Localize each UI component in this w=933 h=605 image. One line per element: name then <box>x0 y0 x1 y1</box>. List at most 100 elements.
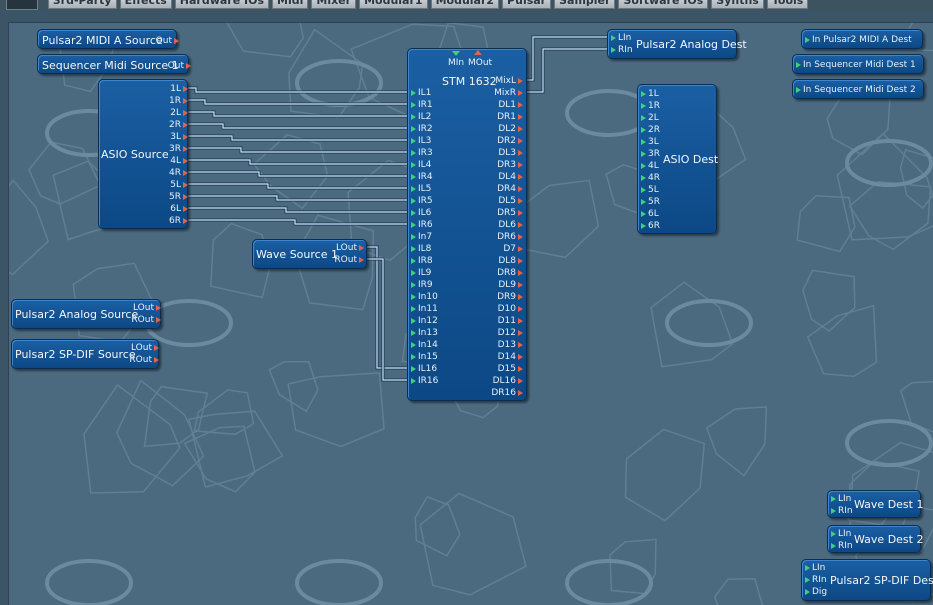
output-port-dl8[interactable]: DL8 <box>486 255 516 267</box>
midi-in-port-icon[interactable] <box>452 51 460 56</box>
sequencer-midi-source-1-module[interactable]: Sequencer Midi Source 1Out <box>37 54 189 74</box>
output-port-lout[interactable]: LOut <box>128 342 152 354</box>
input-port-2r[interactable]: 2R <box>648 124 660 136</box>
input-port-in14[interactable]: In14 <box>418 339 438 351</box>
input-port-ir5[interactable]: IR5 <box>418 195 433 207</box>
input-port-ir2[interactable]: IR2 <box>418 123 433 135</box>
output-port-dl3[interactable]: DL3 <box>486 147 516 159</box>
input-port-3r[interactable]: 3R <box>648 148 660 160</box>
asio-source-module[interactable]: ASIO Source1L1R2L2R3L3R4L4R5L5R6L6R <box>98 79 188 229</box>
pulsar2-analog-source-module[interactable]: Pulsar2 Analog SourceLOutROut <box>11 299 161 329</box>
output-port-mixr[interactable]: MixR <box>486 87 516 99</box>
pulsar2-analog-dest-module[interactable]: Pulsar2 Analog DestLInRIn <box>607 29 737 59</box>
output-port-d7[interactable]: D7 <box>486 243 516 255</box>
input-port-2l[interactable]: 2L <box>648 112 659 124</box>
input-port-5r[interactable]: 5R <box>648 196 660 208</box>
output-port-d14[interactable]: D14 <box>486 351 516 363</box>
output-port-dl16[interactable]: DL16 <box>486 375 516 387</box>
asio-dest-module[interactable]: ASIO Dest1L1R2L2R3L3R4L4R5L5R6L6R <box>637 84 717 234</box>
tab-midi[interactable]: Midi <box>272 0 308 9</box>
pulsar2-midi-a-source-module[interactable]: Pulsar2 MIDI A SourceOut <box>37 29 177 49</box>
input-port-4l[interactable]: 4L <box>648 160 659 172</box>
input-port-in13[interactable]: In13 <box>418 327 438 339</box>
output-port-5l[interactable]: 5L <box>163 179 181 191</box>
tab-pulsar[interactable]: Pulsar <box>502 0 551 9</box>
pulsar2-spdif-source-module[interactable]: Pulsar2 SP-DIF SourceLOutROut <box>11 339 159 369</box>
output-port-3l[interactable]: 3L <box>163 131 181 143</box>
sequencer-midi-dest-2-module[interactable]: In Sequencer Midi Dest 2 <box>792 79 924 99</box>
output-port-dr5[interactable]: DR5 <box>486 207 516 219</box>
output-port-3r[interactable]: 3R <box>163 143 181 155</box>
output-port-dr2[interactable]: DR2 <box>486 135 516 147</box>
tab-synths[interactable]: Synths <box>711 0 764 9</box>
output-port-1r[interactable]: 1R <box>163 95 181 107</box>
tab-sampler[interactable]: Sampler <box>554 0 615 9</box>
input-port-in15[interactable]: In15 <box>418 351 438 363</box>
output-port-dl1[interactable]: DL1 <box>486 99 516 111</box>
input-port-il1[interactable]: IL1 <box>418 87 431 99</box>
output-port-d15[interactable]: D15 <box>486 363 516 375</box>
output-port-4r[interactable]: 4R <box>163 167 181 179</box>
output-port-5r[interactable]: 5R <box>163 191 181 203</box>
input-port-il9[interactable]: IL9 <box>418 267 431 279</box>
output-port-d13[interactable]: D13 <box>486 339 516 351</box>
input-port-ir1[interactable]: IR1 <box>418 99 433 111</box>
input-port-in-sequencer-midi-dest-1[interactable]: In Sequencer Midi Dest 1 <box>803 59 916 71</box>
input-port-lin[interactable]: LIn <box>838 493 851 505</box>
wave-dest-1-module[interactable]: Wave Dest 1LInRIn <box>827 490 921 518</box>
output-port-dr3[interactable]: DR3 <box>486 159 516 171</box>
output-port-dl9[interactable]: DL9 <box>486 279 516 291</box>
input-port-1l[interactable]: 1L <box>648 88 659 100</box>
output-port-out[interactable]: Out <box>152 35 172 47</box>
output-port-rout[interactable]: ROut <box>333 254 357 266</box>
output-port-4l[interactable]: 4L <box>163 155 181 167</box>
sequencer-midi-dest-1-module[interactable]: In Sequencer Midi Dest 1 <box>792 54 924 74</box>
output-port-dr6[interactable]: DR6 <box>486 231 516 243</box>
tab-modular1[interactable]: Modular1 <box>359 0 427 9</box>
tab-hardware-ios[interactable]: Hardware IOs <box>175 0 269 9</box>
output-port-lout[interactable]: LOut <box>130 302 154 314</box>
output-port-d12[interactable]: D12 <box>486 327 516 339</box>
input-port-in-sequencer-midi-dest-2[interactable]: In Sequencer Midi Dest 2 <box>803 84 916 96</box>
input-port-il3[interactable]: IL3 <box>418 135 431 147</box>
input-port-in11[interactable]: In11 <box>418 303 438 315</box>
output-port-dl2[interactable]: DL2 <box>486 123 516 135</box>
input-port-in7[interactable]: In7 <box>418 231 432 243</box>
input-port-rin[interactable]: RIn <box>838 505 853 517</box>
pulsar2-midi-a-dest-module[interactable]: In Pulsar2 MIDI A Dest <box>801 29 923 49</box>
output-port-dl5[interactable]: DL5 <box>486 195 516 207</box>
input-port-1r[interactable]: 1R <box>648 100 660 112</box>
output-port-mixl[interactable]: MixL <box>486 75 516 87</box>
output-port-dr1[interactable]: DR1 <box>486 111 516 123</box>
input-port-il6[interactable]: IL6 <box>418 207 431 219</box>
output-port-dr16[interactable]: DR16 <box>486 387 516 399</box>
output-port-rout[interactable]: ROut <box>128 354 152 366</box>
input-port-in12[interactable]: In12 <box>418 315 438 327</box>
input-port-rin[interactable]: RIn <box>812 574 827 586</box>
input-port-ir3[interactable]: IR3 <box>418 147 433 159</box>
input-port-rin[interactable]: RIn <box>618 44 633 56</box>
tab-mixer[interactable]: Mixer <box>311 0 356 9</box>
output-port-dr8[interactable]: DR8 <box>486 267 516 279</box>
wave-source-1-module[interactable]: Wave Source 1LOutROut <box>252 239 367 269</box>
output-port-lout[interactable]: LOut <box>333 242 357 254</box>
input-port-6r[interactable]: 6R <box>648 220 660 232</box>
input-port-lin[interactable]: LIn <box>812 562 825 574</box>
tab-effects[interactable]: Effects <box>120 0 172 9</box>
input-port-3l[interactable]: 3L <box>648 136 659 148</box>
tab-modular2[interactable]: Modular2 <box>431 0 499 9</box>
output-port-6r[interactable]: 6R <box>163 215 181 227</box>
output-port-d10[interactable]: D10 <box>486 303 516 315</box>
output-port-dr4[interactable]: DR4 <box>486 183 516 195</box>
input-port-4r[interactable]: 4R <box>648 172 660 184</box>
input-port-il5[interactable]: IL5 <box>418 183 431 195</box>
output-port-1l[interactable]: 1L <box>163 83 181 95</box>
tab-3rd-party[interactable]: 3rd-Party <box>48 0 117 9</box>
wave-dest-2-module[interactable]: Wave Dest 2LInRIn <box>827 525 921 553</box>
midi-out-port-icon[interactable] <box>474 50 482 55</box>
input-port-5l[interactable]: 5L <box>648 184 659 196</box>
input-port-ir16[interactable]: IR16 <box>418 375 438 387</box>
output-port-out[interactable]: Out <box>164 60 184 72</box>
input-port-in10[interactable]: In10 <box>418 291 438 303</box>
input-port-ir4[interactable]: IR4 <box>418 171 433 183</box>
